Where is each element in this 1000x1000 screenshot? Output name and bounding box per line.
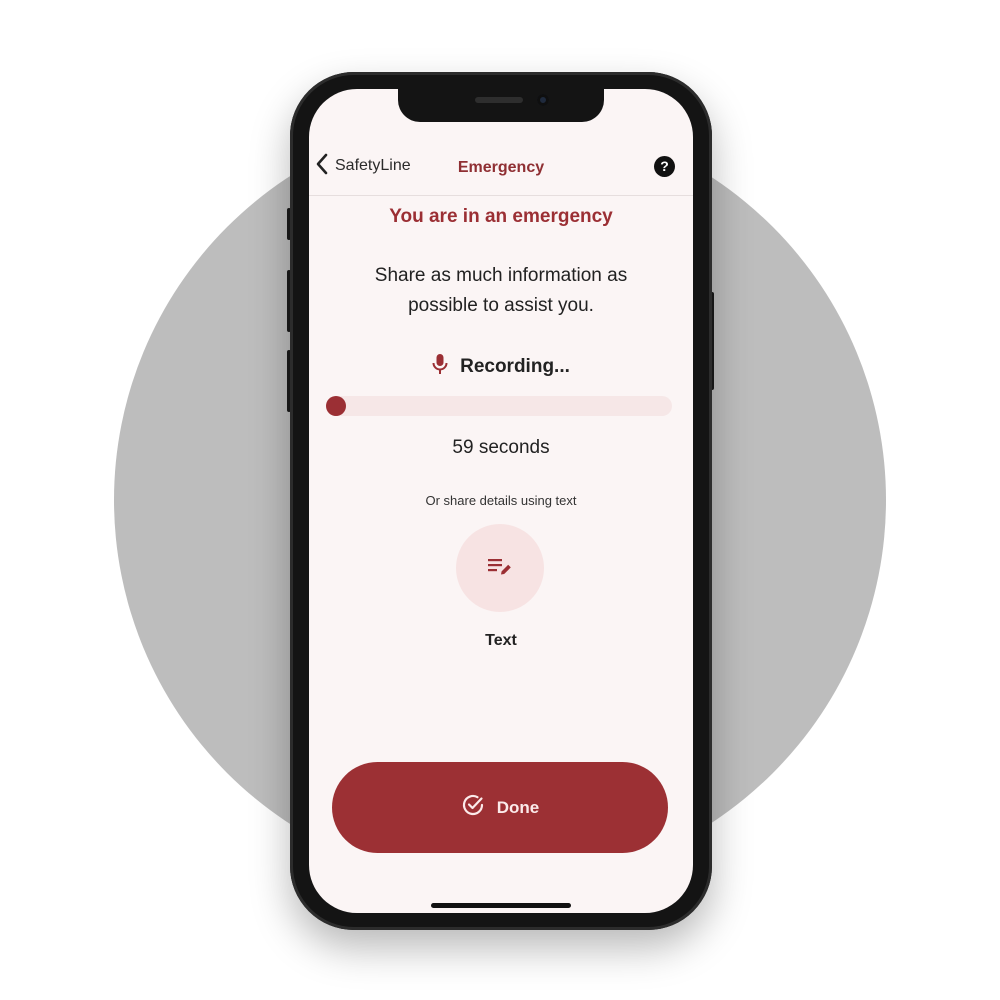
front-camera: [537, 94, 549, 106]
navigation-bar: SafetyLine Emergency ?: [309, 139, 693, 196]
phone-screen: SafetyLine Emergency ? You are in an eme…: [309, 89, 693, 913]
recording-progress-track[interactable]: [326, 396, 672, 416]
edit-notes-icon: [487, 556, 513, 581]
recording-status: Recording...: [309, 353, 693, 380]
page-title: Emergency: [457, 159, 545, 176]
help-icon[interactable]: ?: [654, 156, 675, 177]
alternative-prompt: Or share details using text: [425, 493, 577, 508]
text-option-label[interactable]: Text: [309, 632, 693, 650]
speaker-grille: [475, 97, 523, 103]
done-label: Done: [496, 797, 540, 817]
phone-frame: SafetyLine Emergency ? You are in an eme…: [290, 72, 712, 930]
home-indicator: [431, 903, 571, 908]
notch: [398, 89, 604, 122]
done-button[interactable]: Done: [332, 762, 668, 853]
seconds-remaining: 59 seconds: [452, 437, 550, 458]
microphone-icon: [432, 353, 460, 380]
recording-label: Recording...: [460, 355, 570, 377]
instruction-text: Share as much information as possible to…: [374, 265, 628, 316]
emergency-heading: You are in an emergency: [389, 206, 613, 227]
recording-progress-thumb[interactable]: [326, 396, 346, 416]
text-option-button[interactable]: [456, 524, 544, 612]
check-circle-icon: [461, 793, 497, 822]
